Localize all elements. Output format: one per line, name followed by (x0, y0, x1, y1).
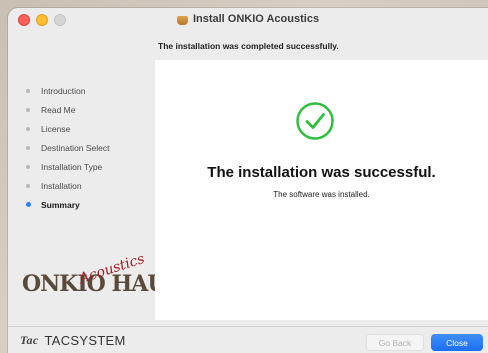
brand-name: TACSYSTEM (44, 333, 126, 348)
step-active-dot-icon (26, 202, 31, 207)
step-label: License (41, 123, 71, 134)
step-label: Installation Type (41, 161, 103, 172)
window-controls (18, 14, 66, 26)
step-dot-icon (26, 88, 30, 93)
close-button[interactable]: Close (431, 334, 483, 351)
zoom-window-icon (54, 14, 66, 26)
title-bar[interactable]: Install ONKIO Acoustics (8, 8, 488, 30)
step-installation-type: Installation Type (26, 157, 156, 176)
step-summary: Summary (26, 195, 156, 214)
step-read-me: Read Me (26, 100, 156, 119)
step-dot-icon (26, 145, 30, 150)
step-destination-select: Destination Select (26, 138, 156, 157)
minimize-window-icon[interactable] (36, 14, 48, 26)
footer-divider (8, 326, 488, 327)
step-dot-icon (26, 164, 30, 169)
step-label: Introduction (41, 85, 86, 96)
tac-logo-mark: Tac (20, 333, 39, 347)
step-dot-icon (26, 107, 30, 112)
page-subtitle: The installation was completed successfu… (158, 41, 339, 51)
step-label: Destination Select (41, 142, 110, 153)
step-license: License (26, 119, 156, 138)
step-label: Installation (41, 180, 82, 191)
step-installation: Installation (26, 176, 156, 195)
package-icon (176, 15, 188, 25)
window-title: Install ONKIO Acoustics (192, 13, 320, 25)
step-dot-icon (26, 126, 30, 131)
step-introduction: Introduction (26, 81, 156, 100)
success-message: The software was installed. (273, 190, 370, 199)
step-label: Summary (41, 199, 80, 210)
success-headline: The installation was successful. (207, 164, 436, 181)
summary-panel: The installation was successful. The sof… (155, 60, 488, 320)
step-dot-icon (26, 183, 30, 188)
step-label: Read Me (41, 104, 76, 115)
checkmark-circle-icon (296, 102, 334, 140)
go-back-button[interactable]: Go Back (366, 334, 424, 351)
installer-window: Install ONKIO Acoustics The installation… (8, 8, 488, 353)
installer-steps: Introduction Read Me License Destination… (26, 81, 156, 214)
close-window-icon[interactable] (18, 14, 30, 26)
tacsystem-logo: Tac TACSYSTEM (20, 333, 126, 348)
